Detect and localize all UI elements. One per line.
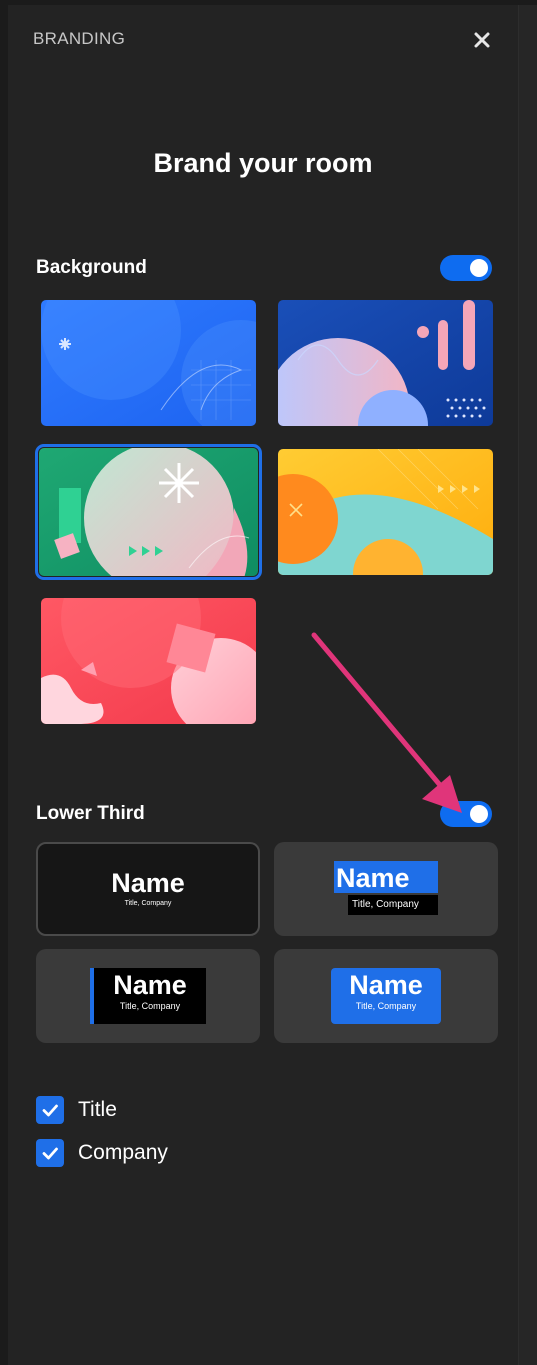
close-icon: [474, 32, 490, 48]
lower-third-toggle[interactable]: [440, 801, 492, 827]
background-toggle[interactable]: [440, 255, 492, 281]
close-button[interactable]: [470, 28, 494, 52]
lower-third-sub: Title, Company: [119, 1001, 181, 1011]
lower-third-name: Name: [349, 970, 423, 1000]
company-option[interactable]: Company: [36, 1139, 168, 1167]
lower-third-preview: Name Title, Company: [326, 859, 446, 919]
title-checkbox[interactable]: [36, 1096, 64, 1124]
lower-third-label: Lower Third: [36, 803, 145, 824]
lower-third-name: Name: [336, 863, 410, 893]
toggle-knob: [470, 259, 488, 277]
lower-third-preview: Name Title, Company: [331, 968, 441, 1024]
lower-third-name: Name: [113, 970, 187, 1000]
lower-third-preview: Name Title, Company: [90, 968, 206, 1024]
lower-third-sub: Title, Company: [352, 899, 419, 910]
background-thumbnail-yellow[interactable]: [278, 449, 493, 575]
checkmark-icon: [42, 1147, 58, 1160]
company-checkbox[interactable]: [36, 1139, 64, 1167]
background-thumbnail-blue[interactable]: [41, 300, 256, 426]
title-option-label: Title: [78, 1098, 117, 1121]
lower-third-style-2[interactable]: Name Title, Company: [274, 842, 498, 936]
lower-third-preview: Name Title, Company: [98, 868, 198, 910]
background-thumbnail-navy-abstract[interactable]: [278, 300, 493, 426]
background-label: Background: [36, 257, 147, 278]
panel-header-title: BRANDING: [33, 29, 126, 48]
lower-third-style-4[interactable]: Name Title, Company: [274, 949, 498, 1043]
background-thumbnail-green[interactable]: [35, 444, 262, 580]
title-option[interactable]: Title: [36, 1096, 117, 1124]
lower-third-sub: Title, Company: [355, 1001, 417, 1011]
page-title: Brand your room: [153, 148, 373, 178]
lower-third-style-3[interactable]: Name Title, Company: [36, 949, 260, 1043]
background-thumbnail-red[interactable]: [41, 598, 256, 724]
lower-third-name: Name: [111, 868, 185, 898]
lower-third-sub: Title, Company: [124, 900, 172, 907]
scroll-strip: [518, 5, 537, 1365]
toggle-knob: [470, 805, 488, 823]
checkmark-icon: [42, 1104, 58, 1117]
lower-third-style-1[interactable]: Name Title, Company: [36, 842, 260, 936]
company-option-label: Company: [78, 1141, 168, 1164]
